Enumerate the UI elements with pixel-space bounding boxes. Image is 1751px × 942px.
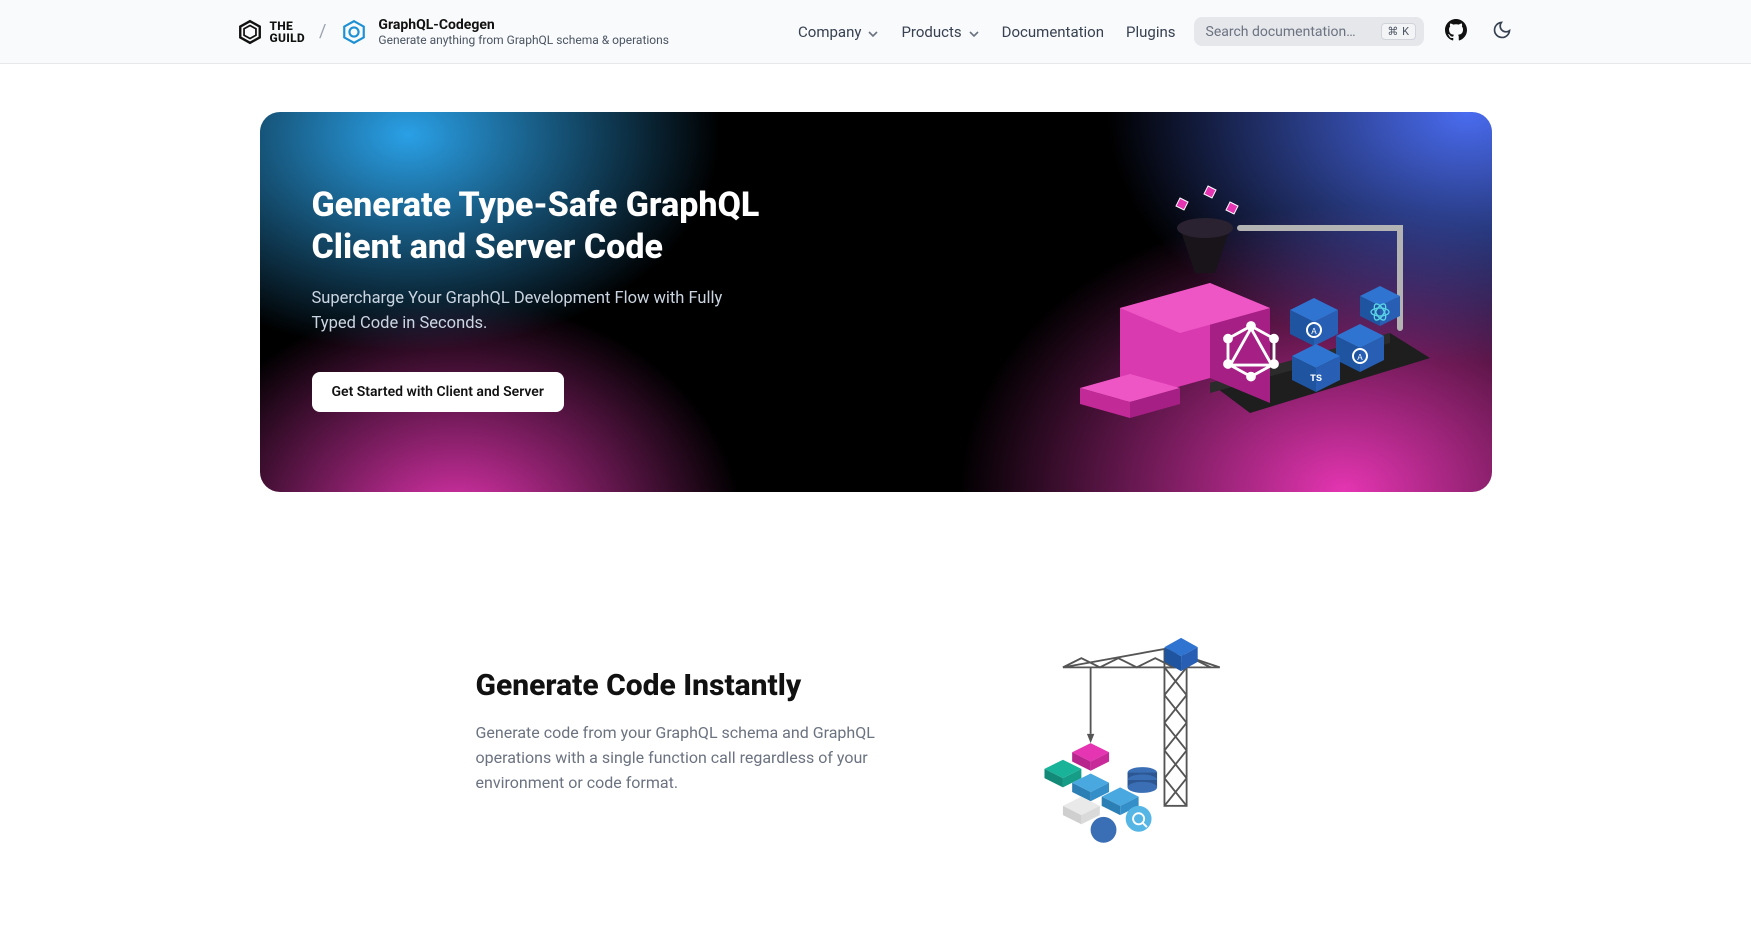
guild-name-line2: GUILD bbox=[270, 31, 305, 45]
search-placeholder: Search documentation… bbox=[1206, 24, 1356, 40]
hero-card: Generate Type-Safe GraphQL Client and Se… bbox=[260, 112, 1492, 492]
theme-toggle[interactable] bbox=[1488, 18, 1516, 46]
nav-plugins[interactable]: Plugins bbox=[1126, 23, 1175, 41]
brand-block: THE GUILD / GraphQL-Codegen Generate any… bbox=[236, 17, 669, 47]
nav-company-label: Company bbox=[798, 23, 861, 41]
github-link[interactable] bbox=[1442, 18, 1470, 46]
hero-title: Generate Type-Safe GraphQL Client and Se… bbox=[312, 184, 832, 269]
instant-copy: Generate Code Instantly Generate code fr… bbox=[476, 668, 896, 795]
nav-documentation[interactable]: Documentation bbox=[1002, 23, 1104, 41]
github-icon bbox=[1445, 19, 1467, 45]
chevron-down-icon bbox=[867, 26, 879, 38]
particles-icon bbox=[1176, 186, 1238, 214]
instant-section: Generate Code Instantly Generate code fr… bbox=[260, 602, 1492, 862]
moon-icon bbox=[1492, 20, 1512, 44]
nav-products-label: Products bbox=[901, 23, 961, 41]
crane-illustration bbox=[1016, 602, 1276, 862]
svg-text:A: A bbox=[1311, 327, 1317, 337]
section2-body: Generate code from your GraphQL schema a… bbox=[476, 721, 896, 795]
hero-illustration: A A TS bbox=[1060, 168, 1440, 428]
ground-tiles-icon bbox=[1044, 760, 1157, 843]
nav-documentation-label: Documentation bbox=[1002, 23, 1104, 41]
svg-text:A: A bbox=[1357, 353, 1363, 363]
guild-hex-icon bbox=[236, 18, 264, 46]
nav-plugins-label: Plugins bbox=[1126, 23, 1175, 41]
section2-title: Generate Code Instantly bbox=[476, 668, 896, 703]
product-name: GraphQL-Codegen bbox=[378, 17, 669, 33]
guild-text: THE GUILD bbox=[270, 20, 305, 44]
codegen-logo-icon bbox=[340, 18, 368, 46]
hero-subtitle: Supercharge Your GraphQL Development Flo… bbox=[312, 287, 732, 337]
hero-cta-button[interactable]: Get Started with Client and Server bbox=[312, 372, 564, 412]
header-inner: THE GUILD / GraphQL-Codegen Generate any… bbox=[236, 17, 1516, 47]
main-nav: Company Products Documentation Plugins bbox=[798, 23, 1175, 41]
product-link[interactable]: GraphQL-Codegen Generate anything from G… bbox=[340, 17, 669, 47]
breadcrumb-slash: / bbox=[319, 21, 326, 42]
top-header: THE GUILD / GraphQL-Codegen Generate any… bbox=[0, 0, 1751, 64]
page-container: Generate Type-Safe GraphQL Client and Se… bbox=[236, 64, 1516, 942]
svg-text:TS: TS bbox=[1309, 374, 1321, 385]
search-input[interactable]: Search documentation… ⌘ K bbox=[1194, 17, 1424, 46]
nav-products[interactable]: Products bbox=[901, 23, 979, 41]
product-text: GraphQL-Codegen Generate anything from G… bbox=[378, 17, 669, 47]
product-tagline: Generate anything from GraphQL schema & … bbox=[378, 33, 669, 47]
search-shortcut: ⌘ K bbox=[1381, 23, 1415, 40]
guild-logo-link[interactable]: THE GUILD bbox=[236, 18, 305, 46]
hero-copy: Generate Type-Safe GraphQL Client and Se… bbox=[312, 184, 832, 413]
chevron-down-icon bbox=[968, 26, 980, 38]
nav-company[interactable]: Company bbox=[798, 23, 879, 41]
